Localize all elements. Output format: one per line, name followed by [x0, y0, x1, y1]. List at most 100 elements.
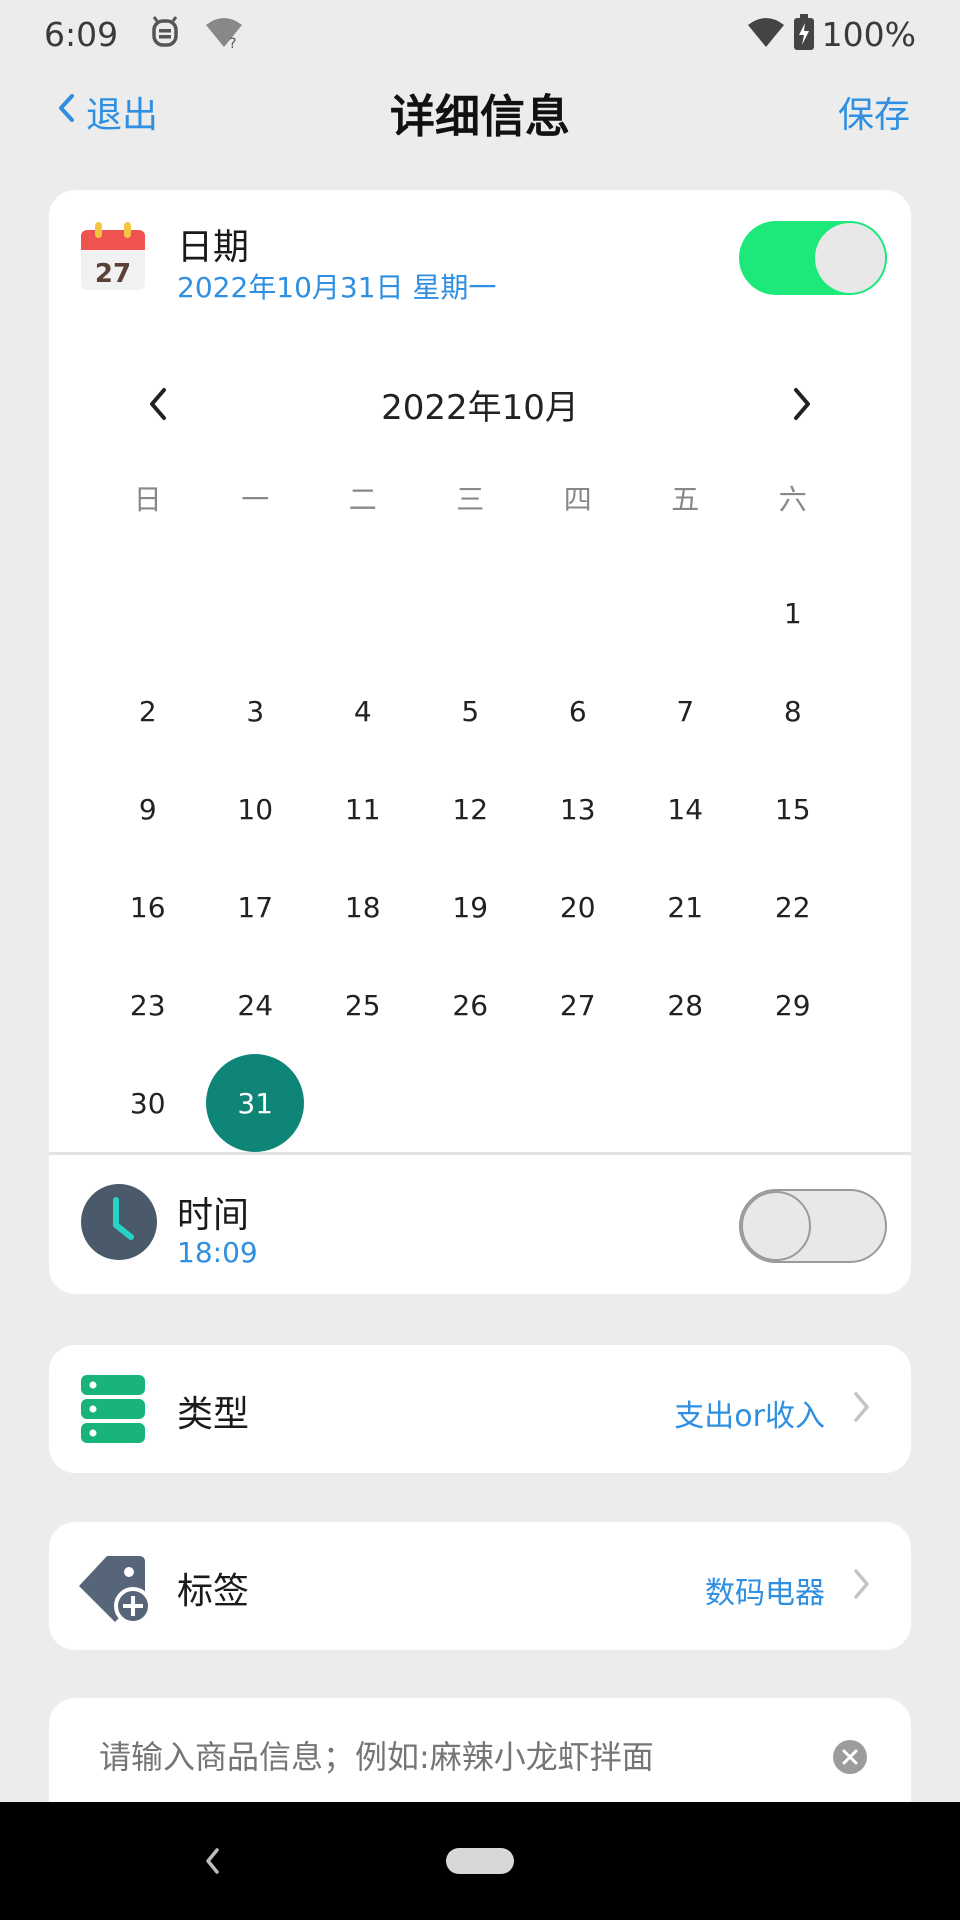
- status-bar: 6:09 ? 100%: [0, 0, 960, 68]
- chevron-right-icon: [851, 1566, 871, 1606]
- chevron-right-icon: [851, 1389, 871, 1429]
- system-back-button[interactable]: [200, 1844, 224, 1882]
- date-toggle[interactable]: [739, 221, 887, 295]
- calendar-empty-cell: [739, 1054, 847, 1152]
- calendar-day-number: 16: [129, 890, 166, 924]
- calendar-day[interactable]: 20: [524, 858, 632, 956]
- calendar-day[interactable]: 25: [309, 956, 417, 1054]
- calendar-day[interactable]: 21: [632, 858, 740, 956]
- toggle-knob: [815, 223, 885, 293]
- calendar-day[interactable]: 22: [739, 858, 847, 956]
- time-toggle[interactable]: [739, 1189, 887, 1263]
- calendar-week-row: 2 3 4 5 6 7 8: [94, 662, 864, 760]
- calendar-day-number: 30: [129, 1086, 166, 1120]
- calendar-day-number: 27: [559, 988, 596, 1022]
- weekday-label: 日: [133, 483, 162, 516]
- calendar-day-number: 21: [667, 890, 704, 924]
- clear-button[interactable]: [833, 1740, 867, 1774]
- system-home-button[interactable]: [446, 1848, 514, 1874]
- calendar-day-selected[interactable]: 31: [202, 1054, 310, 1152]
- calendar-day-number: 10: [237, 792, 274, 826]
- calendar-day-number: 14: [667, 792, 704, 826]
- weekday-label: 二: [348, 483, 377, 516]
- calendar-day-number: 18: [344, 890, 381, 924]
- calendar-day[interactable]: 2: [94, 662, 202, 760]
- calendar-day[interactable]: 11: [309, 760, 417, 858]
- clock-icon: [79, 1182, 159, 1266]
- battery-charging-icon: [793, 14, 814, 54]
- calendar-day[interactable]: 19: [417, 858, 525, 956]
- calendar-empty-cell: [94, 564, 202, 662]
- calendar-day-number: 31: [206, 1054, 305, 1152]
- calendar-weekdays: 日一二三四五六: [94, 470, 864, 530]
- calendar-empty-cell: [524, 564, 632, 662]
- next-month-button[interactable]: [789, 386, 815, 426]
- type-row[interactable]: 类型 支出or收入: [49, 1345, 911, 1473]
- calendar-week-row: 1: [94, 564, 864, 662]
- server-icon: [81, 1375, 145, 1447]
- calendar-empty-cell: [632, 1054, 740, 1152]
- calendar-day[interactable]: 1: [739, 564, 847, 662]
- calendar-day-number: 8: [783, 694, 802, 728]
- type-title: 类型: [177, 1394, 250, 1435]
- time-title: 时间: [177, 1195, 250, 1236]
- calendar-day[interactable]: 3: [202, 662, 310, 760]
- calendar-day[interactable]: 29: [739, 956, 847, 1054]
- calendar-day[interactable]: 10: [202, 760, 310, 858]
- calendar-week-row: 23 24 25 26 27 28 29: [94, 956, 864, 1054]
- weekday-label: 四: [563, 483, 592, 516]
- calendar-empty-cell: [417, 564, 525, 662]
- weekday-label: 五: [671, 483, 700, 516]
- calendar-day-number: 6: [568, 694, 587, 728]
- battery-percent: 100%: [821, 14, 916, 54]
- calendar-day-number: 22: [774, 890, 811, 924]
- calendar-day[interactable]: 8: [739, 662, 847, 760]
- calendar-day-number: 2: [138, 694, 157, 728]
- calendar-day[interactable]: 4: [309, 662, 417, 760]
- calendar-grid: 日一二三四五六 1 2 3 4 5 6 7 8 9 10 11 12 13 14 15 16 17 18 19 20 2…: [94, 470, 864, 1152]
- calendar-day[interactable]: 14: [632, 760, 740, 858]
- calendar-day[interactable]: 5: [417, 662, 525, 760]
- wifi-unknown-icon: ?: [204, 15, 244, 53]
- calendar-day[interactable]: 17: [202, 858, 310, 956]
- calendar-day[interactable]: 26: [417, 956, 525, 1054]
- calendar-day[interactable]: 28: [632, 956, 740, 1054]
- calendar-day-number: 19: [452, 890, 489, 924]
- calendar-day-number: 12: [452, 792, 489, 826]
- calendar-week-row: 30 31: [94, 1054, 864, 1152]
- close-icon: [842, 1749, 858, 1765]
- calendar-week-row: 9 10 11 12 13 14 15: [94, 760, 864, 858]
- calendar-day[interactable]: 12: [417, 760, 525, 858]
- product-input[interactable]: [99, 1738, 779, 1776]
- calendar-day[interactable]: 15: [739, 760, 847, 858]
- calendar-day[interactable]: 13: [524, 760, 632, 858]
- calendar-day-number: 23: [129, 988, 166, 1022]
- calendar-day[interactable]: 24: [202, 956, 310, 1054]
- tag-row[interactable]: 标签 数码电器: [49, 1522, 911, 1650]
- calendar-empty-cell: [309, 1054, 417, 1152]
- calendar-day-number: 1: [783, 596, 802, 630]
- calendar-day[interactable]: 18: [309, 858, 417, 956]
- calendar-day[interactable]: 30: [94, 1054, 202, 1152]
- save-button[interactable]: 保存: [838, 86, 910, 138]
- calendar-day[interactable]: 9: [94, 760, 202, 858]
- calendar-icon-day: 27: [95, 259, 131, 289]
- calendar-header: 2022年10月: [49, 380, 911, 440]
- toggle-knob: [741, 1191, 811, 1261]
- calendar-day[interactable]: 23: [94, 956, 202, 1054]
- nav-bar: 退出 详细信息 保存: [0, 72, 960, 148]
- calendar-weeks: 1 2 3 4 5 6 7 8 9 10 11 12 13 14 15 16 17 18 19 20 21 22 23 24 2…: [94, 564, 864, 1152]
- weekday-label: 六: [778, 483, 807, 516]
- calendar-day[interactable]: 6: [524, 662, 632, 760]
- calendar-day[interactable]: 16: [94, 858, 202, 956]
- calendar-day[interactable]: 7: [632, 662, 740, 760]
- calendar-empty-cell: [417, 1054, 525, 1152]
- calendar-empty-cell: [524, 1054, 632, 1152]
- calendar-day-number: 28: [667, 988, 704, 1022]
- calendar-day-number: 25: [344, 988, 381, 1022]
- calendar-icon: 27: [79, 222, 147, 296]
- system-nav-bar: [0, 1802, 960, 1920]
- calendar-day-number: 5: [461, 694, 480, 728]
- calendar-day[interactable]: 27: [524, 956, 632, 1054]
- calendar-day-number: 9: [138, 792, 157, 826]
